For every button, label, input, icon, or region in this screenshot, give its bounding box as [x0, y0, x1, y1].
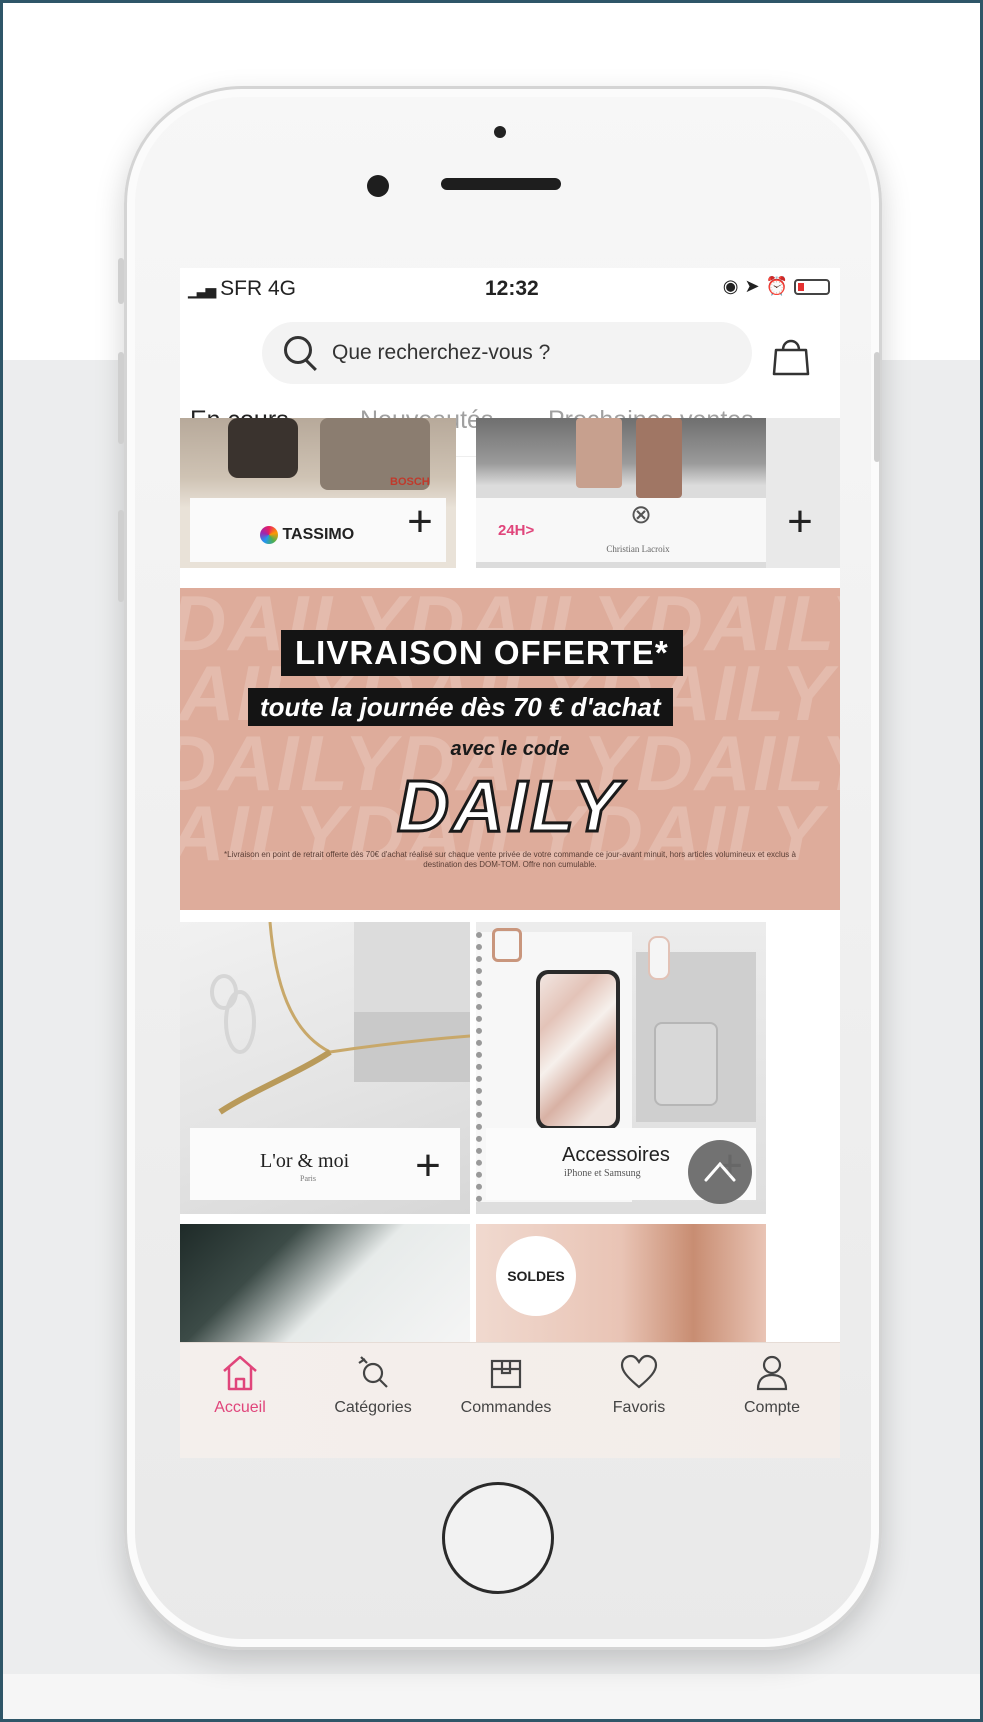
tassimo-logo: TASSIMO — [260, 526, 354, 544]
necklace-illustration — [210, 922, 470, 1115]
promo-headline: LIVRAISON OFFERTE* — [281, 630, 683, 676]
sale-card-partial-right[interactable]: SOLDES — [476, 1224, 766, 1344]
tab-favoris[interactable]: Favoris — [579, 1343, 699, 1458]
phone-case-pattern — [540, 974, 616, 1126]
lock-rotation-icon: ◉ — [722, 276, 739, 296]
categories-search-icon — [358, 1356, 388, 1388]
promo-banner[interactable]: DAILYDAILYDAILY DAILYDAILYDAILY DAILYDAI… — [180, 588, 840, 910]
add-favorite-plus-icon[interactable]: + — [398, 500, 442, 546]
promo-code-intro: avec le code — [450, 738, 570, 760]
binder-clip-shape — [492, 928, 522, 962]
tassimo-logo-mark — [260, 526, 278, 544]
tab-label: Favoris — [612, 1399, 666, 1416]
add-favorite-plus-icon[interactable]: + — [406, 1144, 450, 1190]
search-bar[interactable]: Que recherchez-vous ? — [262, 322, 752, 384]
heart-icon — [620, 1354, 658, 1389]
lor-et-moi-logo: L'or & moi — [260, 1150, 350, 1172]
phone-case-shape — [536, 970, 620, 1130]
app-screen: ▁▃▅ SFR 4G 12:32 ◉ ➤ ⏰ Que recherchez-vo… — [180, 268, 840, 1458]
phone-mute-switch — [118, 258, 124, 304]
tab-compte[interactable]: Compte — [712, 1343, 832, 1458]
earpiece-speaker — [441, 178, 561, 190]
status-icons: ◉ ➤ ⏰ — [723, 276, 830, 297]
tab-label: Compte — [743, 1399, 801, 1416]
clock: 12:32 — [485, 277, 539, 300]
power-bank-shape — [654, 1022, 718, 1106]
status-bar: ▁▃▅ SFR 4G 12:32 ◉ ➤ ⏰ — [180, 268, 840, 310]
sale-card-partial-left[interactable] — [180, 1224, 470, 1344]
phone-volume-up — [118, 352, 124, 444]
promo-subheadline: toute la journée dès 70 € d'achat — [248, 688, 673, 726]
sale-card-lor-et-moi[interactable]: L'or & moi Paris + — [180, 922, 470, 1214]
accessoires-subtitle: iPhone et Samsung — [564, 1168, 641, 1179]
chevron-up-icon — [704, 1161, 736, 1182]
phone-power-button — [874, 352, 880, 462]
user-icon — [756, 1355, 788, 1391]
background-bottom — [3, 1674, 980, 1719]
lor-et-moi-subtitle: Paris — [300, 1174, 316, 1183]
earbud-shape — [648, 936, 670, 980]
accessoires-logo: Accessoires — [562, 1144, 670, 1166]
coffee-machine-shape — [228, 418, 298, 478]
bosch-logo: BOSCH — [390, 476, 430, 488]
sale-card-christian-lacroix[interactable]: 24H> ⊗ Christian Lacroix — [476, 418, 766, 568]
tab-label: Commandes — [460, 1399, 552, 1416]
product-image — [180, 1224, 470, 1344]
front-camera — [367, 175, 389, 197]
tab-accueil[interactable]: Accueil — [180, 1343, 300, 1458]
christian-lacroix-name: Christian Lacroix — [606, 544, 670, 554]
promo-code: DAILY — [396, 766, 623, 849]
add-favorite-plus-icon[interactable]: + — [778, 500, 822, 546]
package-icon — [490, 1359, 522, 1389]
sale-card-christian-lacroix-action: + — [766, 418, 840, 568]
home-button[interactable] — [442, 1482, 554, 1594]
home-icon — [223, 1355, 257, 1391]
proximity-sensor — [494, 126, 506, 138]
tab-categories[interactable]: Catégories — [313, 1343, 433, 1458]
tab-label: Accueil — [214, 1399, 266, 1416]
carrier-label: ▁▃▅ SFR 4G — [188, 277, 297, 300]
soldes-badge: SOLDES — [496, 1236, 576, 1316]
tab-label: Catégories — [334, 1399, 412, 1416]
promo-fine-print: *Livraison en point de retrait offerte d… — [224, 850, 796, 869]
tab-commandes[interactable]: Commandes — [446, 1343, 566, 1458]
christian-lacroix-logo: ⊗ — [630, 500, 652, 529]
bottom-tab-bar: Accueil Catégories Commandes Favoris Com… — [180, 1342, 840, 1458]
location-icon: ➤ — [744, 276, 760, 296]
watch-strap-1 — [576, 418, 622, 488]
shopping-bag-icon[interactable] — [770, 334, 812, 378]
watch-strap-2 — [636, 418, 682, 498]
24h-badge: 24H> — [498, 522, 535, 539]
search-row: Que recherchez-vous ? — [180, 312, 840, 388]
scroll-to-top-button[interactable] — [688, 1140, 752, 1204]
alarm-icon: ⏰ — [765, 276, 788, 296]
search-placeholder: Que recherchez-vous ? — [332, 341, 551, 364]
phone-volume-down — [118, 510, 124, 602]
sale-card-tassimo[interactable]: BOSCH TASSIMO + — [180, 418, 456, 568]
search-icon — [276, 330, 322, 376]
battery-icon — [794, 278, 830, 295]
signal-icon: ▁▃▅ — [188, 282, 216, 298]
